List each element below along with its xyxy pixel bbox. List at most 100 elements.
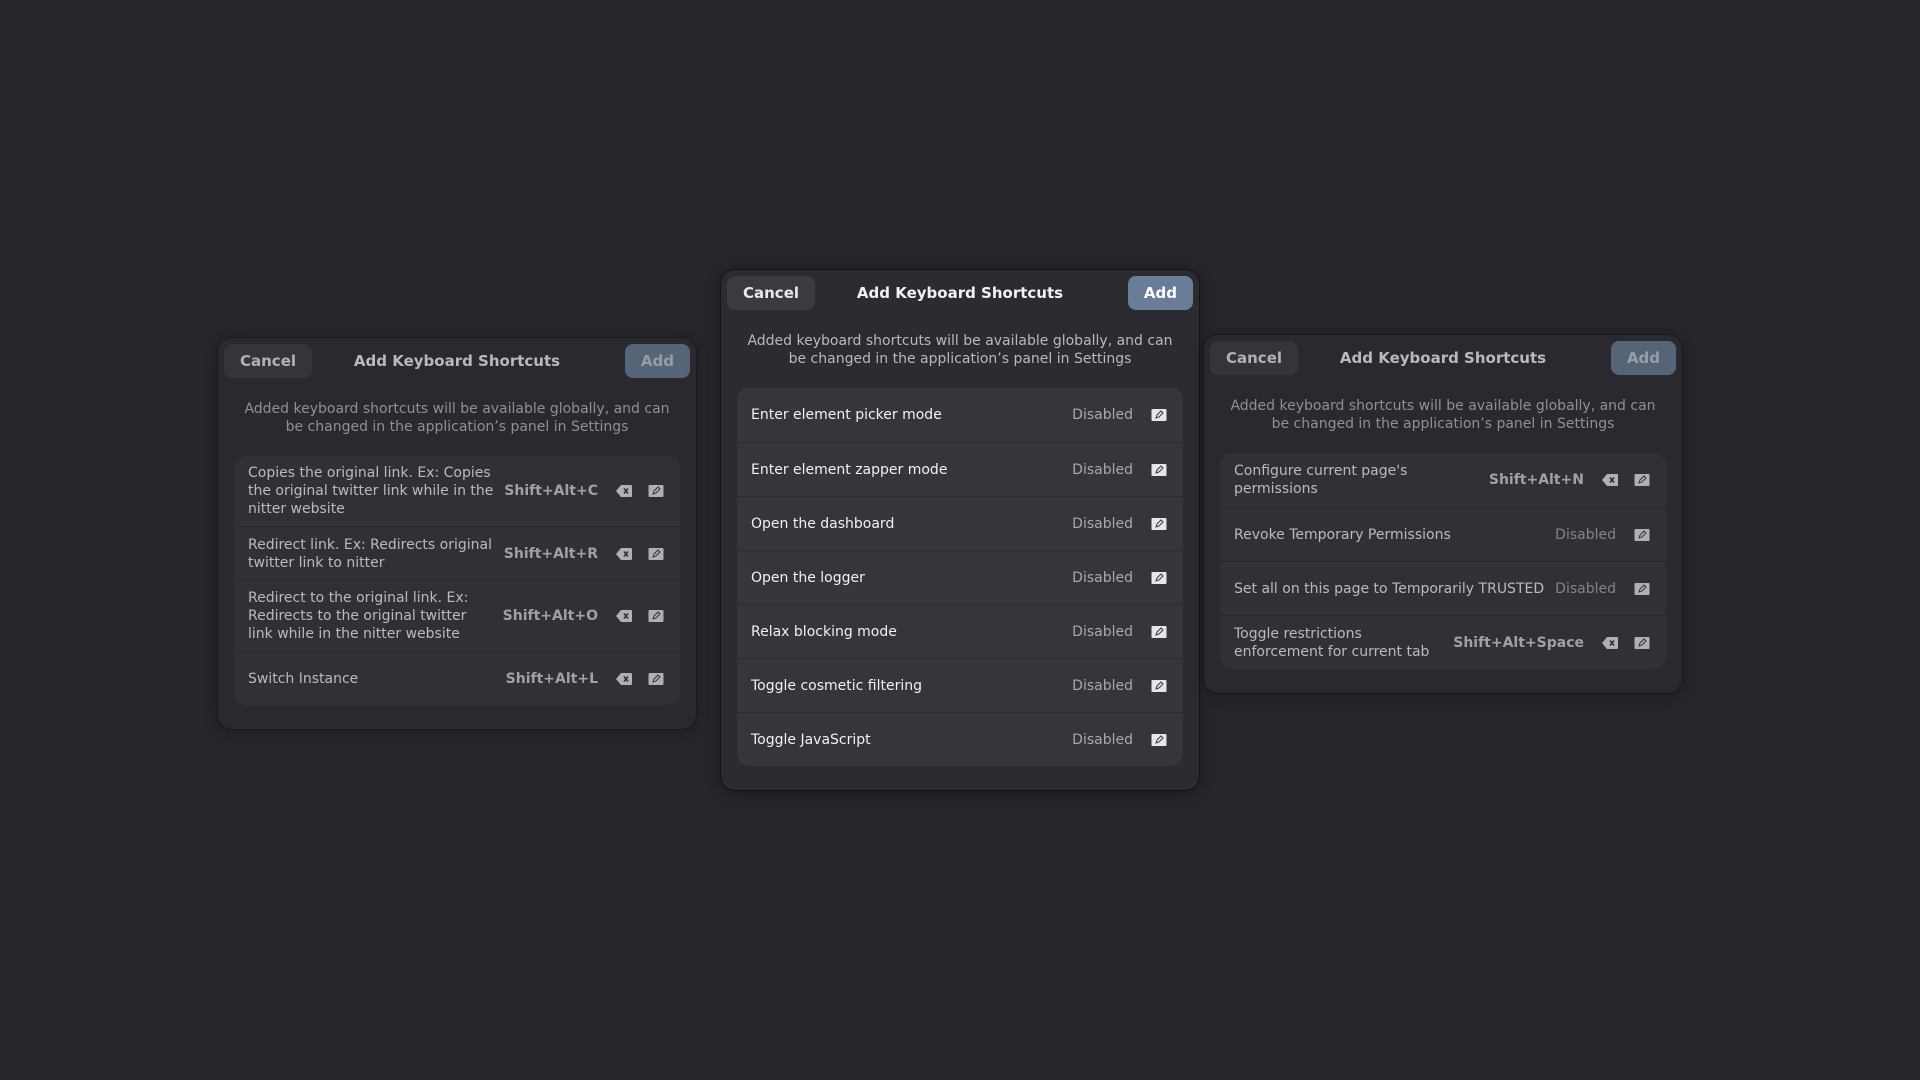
shortcut-accelerator: Disabled bbox=[1555, 526, 1616, 543]
add-button[interactable]: Add bbox=[624, 344, 690, 378]
shortcut-row[interactable]: Relax blocking mode Disabled bbox=[737, 604, 1183, 658]
edit-shortcut-icon bbox=[1151, 625, 1167, 638]
shortcut-accelerator: Disabled bbox=[1072, 407, 1133, 423]
edit-shortcut-button[interactable] bbox=[642, 602, 670, 630]
dialog-noscript-shortcuts: Cancel Add Keyboard Shortcuts Add Added … bbox=[1204, 335, 1682, 693]
edit-shortcut-button[interactable] bbox=[642, 477, 670, 505]
edit-shortcut-icon bbox=[648, 547, 664, 560]
shortcut-accelerator: Disabled bbox=[1072, 569, 1133, 586]
cancel-button[interactable]: Cancel bbox=[1210, 341, 1299, 375]
edit-shortcut-button[interactable] bbox=[1145, 726, 1173, 754]
dialog-header: Cancel Add Keyboard Shortcuts Add bbox=[721, 270, 1199, 318]
cancel-button[interactable]: Cancel bbox=[727, 276, 816, 310]
backspace-clear-icon bbox=[616, 610, 632, 622]
shortcut-list: Copies the original link. Ex: Copies the… bbox=[234, 456, 680, 705]
clear-shortcut-button[interactable] bbox=[610, 477, 638, 505]
clear-shortcut-button[interactable] bbox=[1596, 466, 1624, 494]
add-button[interactable]: Add bbox=[1610, 341, 1676, 375]
edit-shortcut-icon bbox=[1151, 733, 1167, 746]
shortcut-label: Open the dashboard bbox=[751, 515, 895, 532]
edit-shortcut-icon bbox=[648, 610, 664, 622]
dialog-description: Added keyboard shortcuts will be availab… bbox=[747, 333, 1173, 367]
backspace-clear-icon bbox=[1602, 474, 1618, 486]
cancel-button[interactable]: Cancel bbox=[224, 344, 313, 378]
edit-shortcut-icon bbox=[1151, 409, 1167, 421]
clear-shortcut-button[interactable] bbox=[610, 540, 638, 568]
shortcut-accelerator: Disabled bbox=[1072, 623, 1133, 640]
shortcut-row[interactable]: Set all on this page to Temporarily TRUS… bbox=[1220, 561, 1666, 615]
shortcut-row[interactable]: Enter element picker mode Disabled bbox=[737, 388, 1183, 442]
shortcut-row[interactable]: Toggle restrictions enforcement for curr… bbox=[1220, 615, 1666, 669]
shortcut-label: Copies the original link. Ex: Copies the… bbox=[248, 465, 494, 517]
shortcut-list: Enter element picker mode Disabled Enter… bbox=[737, 388, 1183, 766]
shortcut-row[interactable]: Redirect to the original link. Ex: Redir… bbox=[234, 580, 680, 651]
edit-shortcut-icon bbox=[1634, 582, 1650, 595]
edit-shortcut-icon bbox=[1151, 571, 1167, 584]
shortcut-row[interactable]: Enter element zapper mode Disabled bbox=[737, 442, 1183, 496]
edit-shortcut-icon bbox=[1151, 517, 1167, 530]
edit-shortcut-button[interactable] bbox=[1145, 618, 1173, 646]
shortcut-label: Toggle JavaScript bbox=[751, 731, 871, 748]
edit-shortcut-button[interactable] bbox=[1145, 456, 1173, 484]
shortcut-row[interactable]: Copies the original link. Ex: Copies the… bbox=[234, 456, 680, 526]
shortcut-row[interactable]: Toggle cosmetic filtering Disabled bbox=[737, 658, 1183, 712]
shortcut-row[interactable]: Revoke Temporary Permissions Disabled bbox=[1220, 507, 1666, 561]
edit-shortcut-button[interactable] bbox=[1145, 564, 1173, 592]
shortcut-accelerator: Shift+Alt+O bbox=[502, 608, 598, 624]
shortcut-accelerator: Shift+Alt+Space bbox=[1453, 634, 1584, 651]
shortcut-row[interactable]: Redirect link. Ex: Redirects original tw… bbox=[234, 526, 680, 580]
dialog-description: Added keyboard shortcuts will be availab… bbox=[1230, 398, 1656, 432]
shortcut-accelerator: Shift+Alt+C bbox=[504, 483, 598, 499]
shortcut-accelerator: Disabled bbox=[1072, 515, 1133, 532]
shortcut-label: Set all on this page to Temporarily TRUS… bbox=[1234, 580, 1545, 597]
shortcut-label: Configure current page's permissions bbox=[1234, 463, 1408, 497]
shortcut-row[interactable]: Open the dashboard Disabled bbox=[737, 496, 1183, 550]
edit-shortcut-button[interactable] bbox=[1628, 521, 1656, 549]
backspace-clear-icon bbox=[616, 547, 632, 560]
shortcut-accelerator: Shift+Alt+N bbox=[1488, 472, 1584, 488]
add-button[interactable]: Add bbox=[1127, 276, 1193, 310]
edit-shortcut-icon bbox=[1151, 463, 1167, 476]
edit-shortcut-button[interactable] bbox=[642, 540, 670, 568]
edit-shortcut-icon bbox=[1151, 679, 1167, 692]
shortcut-label: Relax blocking mode bbox=[751, 623, 897, 640]
edit-shortcut-icon bbox=[1634, 474, 1650, 486]
edit-shortcut-button[interactable] bbox=[1628, 629, 1656, 657]
shortcut-row[interactable]: Toggle JavaScript Disabled bbox=[737, 712, 1183, 766]
shortcut-accelerator: Disabled bbox=[1072, 461, 1133, 478]
shortcut-list: Configure current page's permissions Shi… bbox=[1220, 453, 1666, 669]
dialog-description: Added keyboard shortcuts will be availab… bbox=[244, 401, 670, 435]
shortcut-label: Toggle cosmetic filtering bbox=[751, 677, 923, 694]
clear-shortcut-button[interactable] bbox=[1596, 629, 1624, 657]
edit-shortcut-icon bbox=[648, 672, 664, 685]
backspace-clear-icon bbox=[616, 672, 632, 685]
dialog-nitter-shortcuts: Cancel Add Keyboard Shortcuts Add Added … bbox=[218, 338, 696, 729]
dialog-header: Cancel Add Keyboard Shortcuts Add bbox=[1204, 335, 1682, 383]
shortcut-accelerator: Shift+Alt+R bbox=[503, 545, 598, 562]
shortcut-label: Enter element zapper mode bbox=[751, 461, 948, 478]
shortcut-row[interactable]: Configure current page's permissions Shi… bbox=[1220, 453, 1666, 507]
edit-shortcut-button[interactable] bbox=[1145, 510, 1173, 538]
shortcut-label: Toggle restrictions enforcement for curr… bbox=[1234, 625, 1430, 660]
edit-shortcut-icon bbox=[648, 485, 664, 497]
shortcut-accelerator: Shift+Alt+L bbox=[505, 670, 598, 687]
shortcut-label: Open the logger bbox=[751, 569, 865, 586]
edit-shortcut-button[interactable] bbox=[1145, 672, 1173, 700]
shortcut-row[interactable]: Switch Instance Shift+Alt+L bbox=[234, 651, 680, 705]
edit-shortcut-icon bbox=[1634, 528, 1650, 541]
shortcut-label: Redirect to the original link. Ex: Redir… bbox=[248, 590, 469, 642]
edit-shortcut-button[interactable] bbox=[1145, 401, 1173, 429]
edit-shortcut-button[interactable] bbox=[642, 665, 670, 693]
edit-shortcut-button[interactable] bbox=[1628, 466, 1656, 494]
backspace-clear-icon bbox=[1602, 636, 1618, 649]
edit-shortcut-icon bbox=[1634, 636, 1650, 649]
dialog-header: Cancel Add Keyboard Shortcuts Add bbox=[218, 338, 696, 386]
edit-shortcut-button[interactable] bbox=[1628, 575, 1656, 603]
shortcut-row[interactable]: Open the logger Disabled bbox=[737, 550, 1183, 604]
clear-shortcut-button[interactable] bbox=[610, 602, 638, 630]
shortcut-label: Enter element picker mode bbox=[751, 407, 942, 423]
shortcut-accelerator: Disabled bbox=[1072, 731, 1133, 748]
shortcut-accelerator: Disabled bbox=[1072, 677, 1133, 694]
clear-shortcut-button[interactable] bbox=[610, 665, 638, 693]
backspace-clear-icon bbox=[616, 485, 632, 497]
